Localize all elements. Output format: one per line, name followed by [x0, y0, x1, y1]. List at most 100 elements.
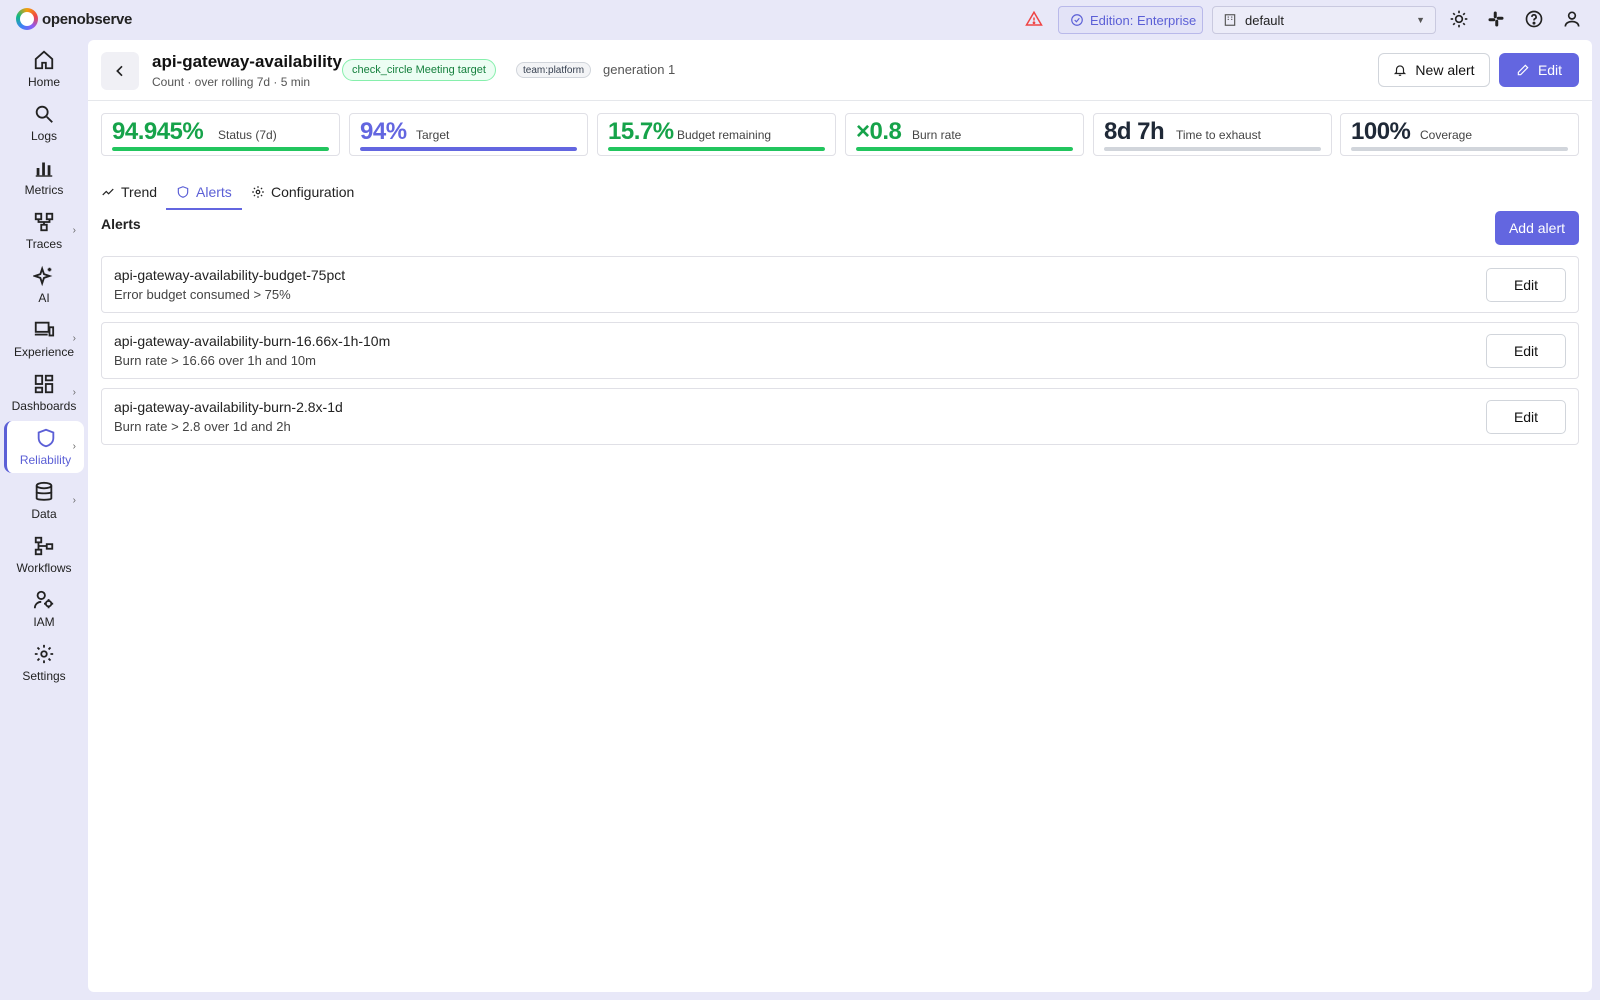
page-title: api-gateway-availability	[152, 52, 342, 71]
edit-label: Edit	[1537, 62, 1563, 78]
traces-icon	[34, 212, 54, 232]
sidebar-item-reliability[interactable]: Reliability ›	[4, 421, 84, 473]
sidebar-item-label: Data	[31, 507, 57, 521]
alert-name: api-gateway-availability-burn-2.8x-1d	[114, 399, 343, 415]
stat-bar	[608, 147, 825, 151]
warning-icon[interactable]	[1025, 10, 1043, 28]
alert-edit-button[interactable]: Edit	[1486, 400, 1566, 434]
alert-description: Burn rate > 16.66 over 1h and 10m	[114, 353, 316, 368]
stat-card-burn-rate: ×0.8 Burn rate	[845, 113, 1084, 156]
back-button[interactable]	[101, 52, 139, 90]
alert-edit-button[interactable]: Edit	[1486, 268, 1566, 302]
sidebar-item-ai[interactable]: AI	[4, 259, 84, 311]
alert-description: Burn rate > 2.8 over 1d and 2h	[114, 419, 291, 434]
gear-icon	[34, 644, 54, 664]
edit-button[interactable]: Edit	[1499, 53, 1579, 87]
stat-label: Burn rate	[912, 128, 962, 142]
sidebar-item-workflows[interactable]: Workflows	[4, 529, 84, 581]
stat-card-coverage: 100% Coverage	[1340, 113, 1579, 156]
stat-value: 94.945%	[112, 118, 204, 145]
tab-label: Trend	[121, 184, 158, 200]
header-divider	[88, 100, 1592, 101]
stat-card-status: 94.945% Status (7d)	[101, 113, 340, 156]
tab-label: Alerts	[196, 184, 232, 200]
alert-edit-button[interactable]: Edit	[1486, 334, 1566, 368]
top-bar: openobserve Edition: Enterprise default …	[0, 0, 1600, 38]
devices-icon	[34, 321, 55, 337]
sidebar-item-home[interactable]: Home	[4, 43, 84, 95]
stat-value: 15.7%	[608, 118, 674, 145]
sidebar-item-settings[interactable]: Settings	[4, 637, 84, 689]
pencil-icon	[1517, 64, 1529, 76]
stat-bar	[112, 147, 329, 151]
main-panel: api-gateway-availability Count · over ro…	[88, 40, 1592, 992]
sidebar-item-logs[interactable]: Logs	[4, 97, 84, 149]
sidebar-item-label: IAM	[33, 615, 55, 629]
stat-value: 94%	[360, 118, 407, 145]
add-alert-button[interactable]: Add alert	[1495, 211, 1579, 245]
sidebar-item-label: Traces	[25, 237, 63, 251]
building-icon	[1224, 14, 1236, 26]
tab-trend[interactable]: Trend	[101, 177, 157, 207]
stat-value: ×0.8	[856, 118, 902, 145]
alerts-section-title: Alerts	[101, 216, 141, 232]
logo-icon	[16, 8, 38, 30]
sidebar-item-label: Settings	[22, 669, 66, 683]
database-icon	[35, 481, 53, 501]
alert-name: api-gateway-availability-burn-16.66x-1h-…	[114, 333, 391, 349]
bar-chart-icon	[35, 162, 53, 177]
stat-card-time-to-exhaust: 8d 7h Time to exhaust	[1093, 113, 1332, 156]
team-tag: team:platform	[516, 62, 592, 78]
new-alert-label: New alert	[1415, 62, 1475, 78]
alert-name: api-gateway-availability-budget-75pct	[114, 267, 346, 283]
chevron-right-icon: ›	[72, 495, 76, 506]
page-subtitle: Count · over rolling 7d · 5 min	[152, 75, 311, 89]
dashboard-icon	[34, 374, 54, 394]
chevron-right-icon: ›	[72, 387, 76, 398]
stat-card-target: 94% Target	[349, 113, 588, 156]
theme-toggle-icon[interactable]	[1449, 9, 1469, 29]
stat-card-budget: 15.7% Budget remaining	[597, 113, 836, 156]
new-alert-button[interactable]: New alert	[1378, 53, 1490, 87]
chevron-right-icon: ›	[72, 333, 76, 344]
gear-icon	[252, 186, 264, 198]
sidebar-item-iam[interactable]: IAM	[4, 583, 84, 635]
stat-label: Time to exhaust	[1176, 128, 1261, 142]
chevron-right-icon: ›	[72, 441, 76, 452]
alert-description: Error budget consumed > 75%	[114, 287, 291, 302]
sidebar-item-metrics[interactable]: Metrics	[4, 151, 84, 203]
chevron-left-icon	[116, 65, 123, 77]
generation-label: generation 1	[603, 62, 676, 77]
stat-label: Coverage	[1420, 128, 1473, 142]
sidebar-item-experience[interactable]: Experience ›	[4, 313, 84, 365]
home-icon	[34, 50, 54, 70]
sidebar-item-traces[interactable]: Traces ›	[4, 205, 84, 257]
active-tab-indicator	[166, 208, 242, 210]
stat-bar	[1104, 147, 1321, 151]
tab-alerts[interactable]: Alerts	[176, 177, 232, 207]
tab-label: Configuration	[271, 184, 355, 200]
slack-icon[interactable]	[1486, 9, 1506, 29]
stat-bar	[360, 147, 577, 151]
chevron-down-icon: ▼	[1416, 15, 1425, 25]
org-selector[interactable]: default ▼	[1212, 6, 1436, 34]
sidebar-item-label: Dashboards	[11, 399, 77, 413]
user-icon[interactable]	[1562, 9, 1582, 29]
sidebar-item-dashboards[interactable]: Dashboards ›	[4, 367, 84, 419]
tab-configuration[interactable]: Configuration	[251, 177, 354, 207]
stat-bar	[1351, 147, 1568, 151]
help-icon[interactable]	[1524, 9, 1544, 29]
status-badge: check_circle Meeting target	[342, 59, 496, 81]
sidebar-item-data[interactable]: Data ›	[4, 475, 84, 527]
edition-badge[interactable]: Edition: Enterprise	[1058, 6, 1203, 34]
alert-row: api-gateway-availability-burn-16.66x-1h-…	[101, 322, 1579, 379]
sidebar-item-label: AI	[38, 291, 50, 305]
sidebar-item-label: Logs	[30, 129, 58, 143]
stat-value: 100%	[1351, 118, 1411, 145]
sparkle-icon	[33, 265, 53, 287]
stat-label: Target	[416, 128, 450, 142]
stat-label: Status (7d)	[218, 128, 277, 142]
shield-icon	[37, 428, 54, 448]
app-logo[interactable]: openobserve	[16, 8, 132, 30]
alert-row: api-gateway-availability-budget-75pct Er…	[101, 256, 1579, 313]
